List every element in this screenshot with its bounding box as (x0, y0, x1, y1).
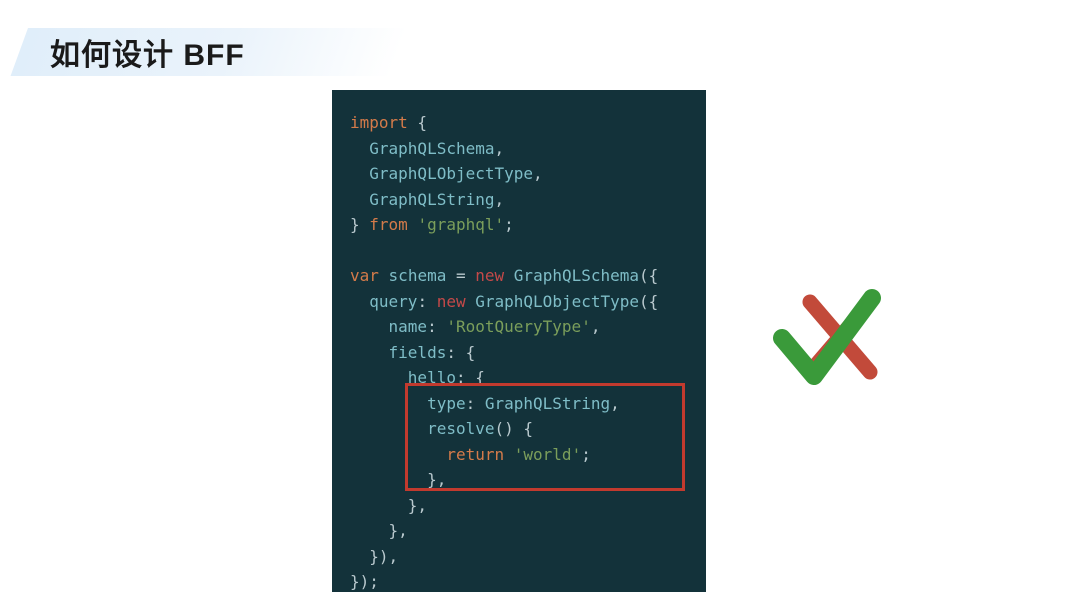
code-token: GraphQLString (350, 190, 495, 209)
code-token: GraphQLObjectType (350, 164, 533, 183)
code-token (408, 215, 418, 234)
code-token: , (591, 317, 601, 336)
code-token: new (437, 292, 466, 311)
code-token: , (495, 139, 505, 158)
code-token (379, 266, 389, 285)
code-token (350, 419, 427, 438)
code-token: import (350, 113, 408, 132)
code-token: } (350, 215, 369, 234)
code-token: hello (350, 368, 456, 387)
code-token: { (408, 113, 427, 132)
code-token: name (350, 317, 427, 336)
code-token: query (350, 292, 417, 311)
code-token (466, 292, 476, 311)
code-snippet: import { GraphQLSchema, GraphQLObjectTyp… (332, 90, 706, 592)
code-token: ({ (639, 292, 658, 311)
code-token: }), (350, 547, 398, 566)
slide-header: 如何设计 BFF (28, 28, 408, 76)
code-token (504, 445, 514, 464)
code-token: GraphQLSchema (350, 139, 495, 158)
code-token: }, (350, 470, 446, 489)
code-token: , (610, 394, 620, 413)
code-token: GraphQLString (485, 394, 610, 413)
code-token: : { (456, 368, 485, 387)
code-token: ({ (639, 266, 658, 285)
code-token: }, (350, 521, 408, 540)
code-token: return (446, 445, 504, 464)
code-token: 'RootQueryType' (446, 317, 591, 336)
code-token: from (369, 215, 408, 234)
code-token: , (533, 164, 543, 183)
check-cross-marks (770, 280, 890, 400)
code-token: GraphQLSchema (514, 266, 639, 285)
code-token: }, (350, 496, 427, 515)
code-token: type (350, 394, 466, 413)
code-token: = (446, 266, 475, 285)
code-token: : (417, 292, 436, 311)
code-token: : (427, 317, 446, 336)
code-token: () { (495, 419, 534, 438)
code-token: new (475, 266, 504, 285)
code-token: ; (504, 215, 514, 234)
code-token (350, 445, 446, 464)
code-token: : { (446, 343, 475, 362)
code-token: var (350, 266, 379, 285)
code-token (504, 266, 514, 285)
code-token: schema (389, 266, 447, 285)
code-token: , (495, 190, 505, 209)
code-token: ; (581, 445, 591, 464)
code-token: resolve (427, 419, 494, 438)
code-token: 'graphql' (417, 215, 504, 234)
code-token: GraphQLObjectType (475, 292, 639, 311)
code-token: fields (350, 343, 446, 362)
code-token: 'world' (514, 445, 581, 464)
slide-title: 如何设计 BFF (28, 30, 245, 74)
code-token: : (466, 394, 485, 413)
code-token: }); (350, 572, 379, 591)
